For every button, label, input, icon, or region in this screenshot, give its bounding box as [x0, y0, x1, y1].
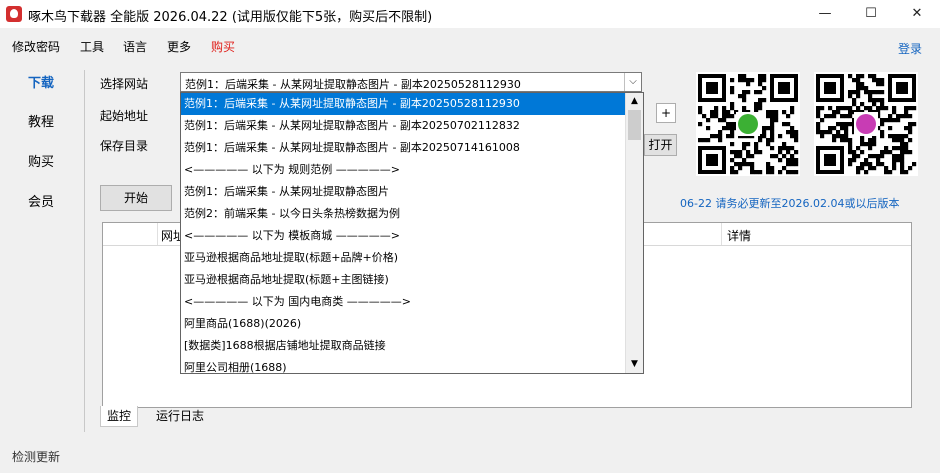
site-select-value: 范例1：后端采集 - 从某网址提取静态图片 - 副本20250528112930 [185, 78, 521, 91]
nav-tutorial[interactable]: 教程 [28, 111, 54, 130]
dropdown-item[interactable]: 范例1：后端采集 - 从某网址提取静态图片 - 副本20250702112832 [181, 115, 627, 137]
dropdown-item[interactable]: [数据类]1688根据店铺地址提取商品链接 [181, 335, 627, 357]
dropdown-item[interactable]: 亚马逊根据商品地址提取(标题+主图链接) [181, 269, 627, 291]
dropdown-item[interactable]: 范例2：前端采集 - 以今日头条热榜数据为例 [181, 203, 627, 225]
app-logo-icon [6, 6, 22, 22]
dropdown-item[interactable]: 亚马逊根据商品地址提取(标题+品牌+价格) [181, 247, 627, 269]
scroll-down-icon[interactable]: ▼ [626, 356, 643, 373]
login-link[interactable]: 登录 [898, 40, 922, 57]
menu-language[interactable]: 语言 [123, 38, 147, 55]
nav-membership[interactable]: 会员 [28, 191, 54, 210]
menu-tools[interactable]: 工具 [80, 38, 104, 55]
dropdown-item[interactable]: <————— 以下为 国内电商类 —————> [181, 291, 627, 313]
save-dir-label: 保存目录 [100, 139, 149, 153]
window-title: 啄木鸟下载器 全能版 2026.04.22 (试用版仅能下5张，购买后不限制) [28, 10, 433, 25]
start-url-label: 起始地址 [100, 109, 149, 123]
scroll-thumb[interactable] [628, 110, 641, 140]
check-update-link[interactable]: 检测更新 [12, 448, 60, 465]
open-folder-button[interactable]: 打开 [644, 134, 677, 156]
nav-buy[interactable]: 购买 [28, 151, 54, 170]
dropdown-item[interactable]: <————— 以下为 规则范例 —————> [181, 159, 627, 181]
menu-change-password[interactable]: 修改密码 [12, 38, 60, 55]
nav-download[interactable]: 下载 [28, 72, 54, 91]
tab-run-log[interactable]: 运行日志 [150, 406, 210, 426]
dropdown-item[interactable]: <————— 以下为 模板商城 —————> [181, 225, 627, 247]
dropdown-item[interactable]: 范例1：后端采集 - 从某网址提取静态图片 [181, 181, 627, 203]
contact-qr-code [814, 72, 918, 176]
dropdown-item[interactable]: 范例1：后端采集 - 从某网址提取静态图片 - 副本20250528112930 [181, 93, 627, 115]
chevron-down-icon[interactable]: ⌵ [624, 73, 641, 91]
menu-more[interactable]: 更多 [167, 38, 191, 55]
tab-monitor[interactable]: 监控 [100, 406, 139, 427]
wechat-qr-code [696, 72, 800, 176]
column-separator [721, 223, 722, 245]
start-button[interactable]: 开始 [100, 185, 172, 211]
site-select[interactable]: 范例1：后端采集 - 从某网址提取静态图片 - 副本20250528112930… [180, 72, 642, 92]
nav-divider [84, 70, 85, 432]
dropdown-item[interactable]: 阿里公司相册(1688) [181, 357, 627, 373]
minimize-button[interactable]: — [802, 0, 848, 28]
site-label: 选择网站 [100, 77, 149, 91]
column-separator [157, 223, 158, 245]
add-url-button[interactable]: + [656, 103, 676, 123]
dropdown-item[interactable]: 范例1：后端采集 - 从某网址提取静态图片 - 副本20250714161008 [181, 137, 627, 159]
title-bar: 啄木鸟下载器 全能版 2026.04.22 (试用版仅能下5张，购买后不限制) … [0, 0, 940, 28]
scroll-up-icon[interactable]: ▲ [626, 93, 643, 110]
dropdown-item[interactable]: 阿里商品(1688)(2026) [181, 313, 627, 335]
close-button[interactable]: ✕ [894, 0, 940, 28]
dropdown-scrollbar[interactable]: ▲ ▼ [625, 93, 643, 373]
site-dropdown-list[interactable]: 范例1：后端采集 - 从某网址提取静态图片 - 副本20250528112930… [180, 92, 644, 374]
update-notice[interactable]: 06-22 请务必更新至2026.02.04或以后版本 [680, 195, 899, 211]
column-header-details[interactable]: 详情 [727, 227, 751, 244]
maximize-button[interactable]: ☐ [848, 0, 894, 28]
menu-buy[interactable]: 购买 [211, 38, 235, 55]
